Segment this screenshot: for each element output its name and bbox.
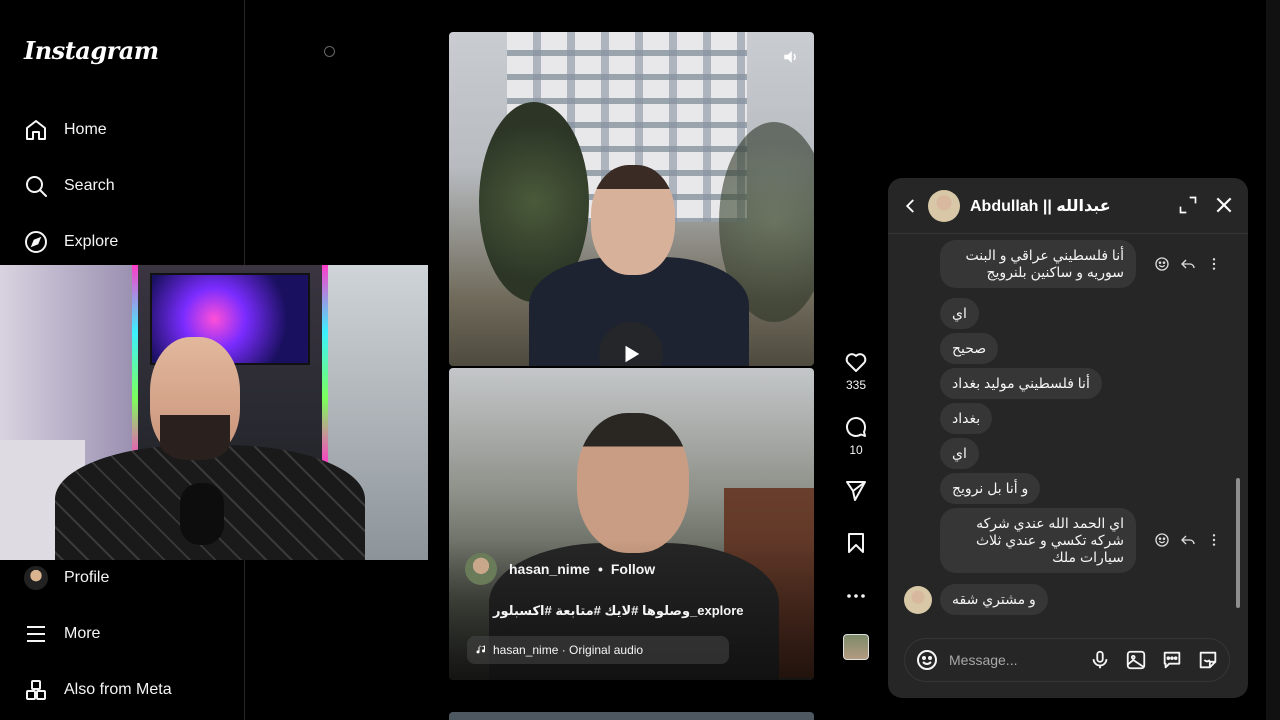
message-bubble[interactable]: و أنا بل نرويج xyxy=(940,473,1041,504)
sidebar-item-explore[interactable]: Explore xyxy=(24,224,118,260)
emoji-react-icon[interactable] xyxy=(1154,532,1170,548)
sidebar-item-label: Home xyxy=(64,121,107,138)
heart-icon xyxy=(845,353,867,372)
chat-bubble-icon[interactable] xyxy=(1161,649,1183,671)
webcam-overlay xyxy=(0,265,428,560)
message-bubble[interactable]: بغداد xyxy=(940,403,993,434)
sidebar-item-profile[interactable]: Profile xyxy=(24,560,109,596)
like-action[interactable]: 335 xyxy=(840,350,872,392)
message-composer xyxy=(904,638,1230,682)
avatar xyxy=(24,566,48,590)
message-bubble[interactable]: أنا فلسطيني موليد بغداد xyxy=(940,368,1102,399)
message-actions xyxy=(1154,256,1222,272)
microphone-icon[interactable] xyxy=(1089,649,1111,671)
message-bubble[interactable]: أنا فلسطيني عراقي و البنت سوريه و ساكنين… xyxy=(940,240,1136,288)
comment-count: 10 xyxy=(849,443,863,457)
more-options-action[interactable] xyxy=(840,584,872,608)
send-icon xyxy=(846,481,866,501)
sidebar-item-home[interactable]: Home xyxy=(24,112,107,148)
message-actions xyxy=(1154,532,1222,548)
message-bubble[interactable]: اي xyxy=(940,298,979,329)
reply-icon[interactable] xyxy=(1180,532,1196,548)
page-scrollbar[interactable] xyxy=(1266,0,1280,720)
sidebar-item-search[interactable]: Search xyxy=(24,168,115,204)
follow-button[interactable]: Follow xyxy=(611,561,655,577)
sidebar-item-label: Profile xyxy=(64,569,110,586)
reel-username[interactable]: hasan_nime xyxy=(509,561,590,577)
bookmark-icon xyxy=(848,533,864,553)
sidebar-item-label: Also from Meta xyxy=(64,681,172,698)
save-action[interactable] xyxy=(840,531,872,555)
sender-avatar xyxy=(904,586,932,614)
message-input[interactable] xyxy=(949,652,1059,668)
emoji-icon[interactable] xyxy=(915,648,939,672)
reel-audio-link[interactable]: hasan_nime · Original audio xyxy=(467,636,729,664)
sidebar-item-also-from-meta[interactable]: Also from Meta xyxy=(24,672,172,708)
reel-video-3[interactable] xyxy=(449,712,814,720)
menu-icon xyxy=(27,626,45,642)
play-icon xyxy=(625,345,640,363)
loading-indicator xyxy=(324,46,335,57)
reel-author: hasan_nime • Follow xyxy=(465,553,655,585)
streamer-beard xyxy=(160,415,230,460)
sidebar-item-label: Search xyxy=(64,177,115,194)
more-horizontal-icon xyxy=(847,594,865,598)
chat-avatar[interactable] xyxy=(928,189,960,222)
message-bubble[interactable]: اي الحمد الله عندي شركه شركه تكسي و عندي… xyxy=(940,508,1136,573)
comment-icon xyxy=(846,417,867,437)
emoji-react-icon[interactable] xyxy=(1154,256,1170,272)
led-strip xyxy=(132,265,138,465)
reel-caption[interactable]: وصلوها #لايك #متابعة #اكسبلور_explore xyxy=(493,603,744,619)
reel-author-avatar[interactable] xyxy=(465,553,497,585)
sticker-icon[interactable] xyxy=(1197,649,1219,671)
volume-icon[interactable] xyxy=(782,48,800,66)
close-icon[interactable] xyxy=(1214,195,1234,215)
separator-dot: • xyxy=(597,561,603,577)
chat-contact-name[interactable]: Abdullah || عبدالله xyxy=(970,196,1111,216)
back-chevron-icon[interactable] xyxy=(902,197,920,215)
like-count: 335 xyxy=(845,378,867,392)
message-list[interactable]: أنا فلسطيني عراقي و البنت سوريه و ساكنين… xyxy=(888,234,1248,624)
message-bubble[interactable]: اي xyxy=(940,438,979,469)
meta-apps-icon xyxy=(26,680,46,700)
instagram-logo[interactable]: Instagram xyxy=(24,36,159,65)
sidebar-item-more[interactable]: More xyxy=(24,616,100,652)
reply-icon[interactable] xyxy=(1180,256,1196,272)
music-note-icon xyxy=(476,645,485,654)
message-bubble[interactable]: و مشتري شقه xyxy=(940,584,1048,615)
chat-panel: Abdullah || عبدالله أنا فلسطيني عراقي و … xyxy=(888,178,1248,698)
person-face xyxy=(577,413,689,553)
search-icon xyxy=(26,176,47,197)
compass-icon xyxy=(25,231,47,253)
expand-icon[interactable] xyxy=(1178,195,1198,215)
comment-action[interactable]: 10 xyxy=(840,415,872,457)
audio-thumbnail[interactable] xyxy=(843,634,869,660)
chat-scrollbar[interactable] xyxy=(1236,478,1240,608)
reel-video-1[interactable] xyxy=(449,32,814,366)
reel-video-2[interactable]: hasan_nime • Follow وصلوها #لايك #متابعة… xyxy=(449,368,814,680)
home-icon xyxy=(26,120,46,140)
more-vertical-icon[interactable] xyxy=(1206,256,1222,272)
chat-header: Abdullah || عبدالله xyxy=(888,178,1248,234)
image-icon[interactable] xyxy=(1125,649,1147,671)
sidebar-item-label: More xyxy=(64,625,101,642)
message-bubble[interactable]: صحيح xyxy=(940,333,999,364)
microphone xyxy=(180,483,224,545)
reel-audio-label: hasan_nime · Original audio xyxy=(493,643,644,657)
share-action[interactable] xyxy=(840,479,872,503)
person-face xyxy=(591,165,675,275)
sidebar-item-label: Explore xyxy=(64,233,119,250)
more-vertical-icon[interactable] xyxy=(1206,532,1222,548)
